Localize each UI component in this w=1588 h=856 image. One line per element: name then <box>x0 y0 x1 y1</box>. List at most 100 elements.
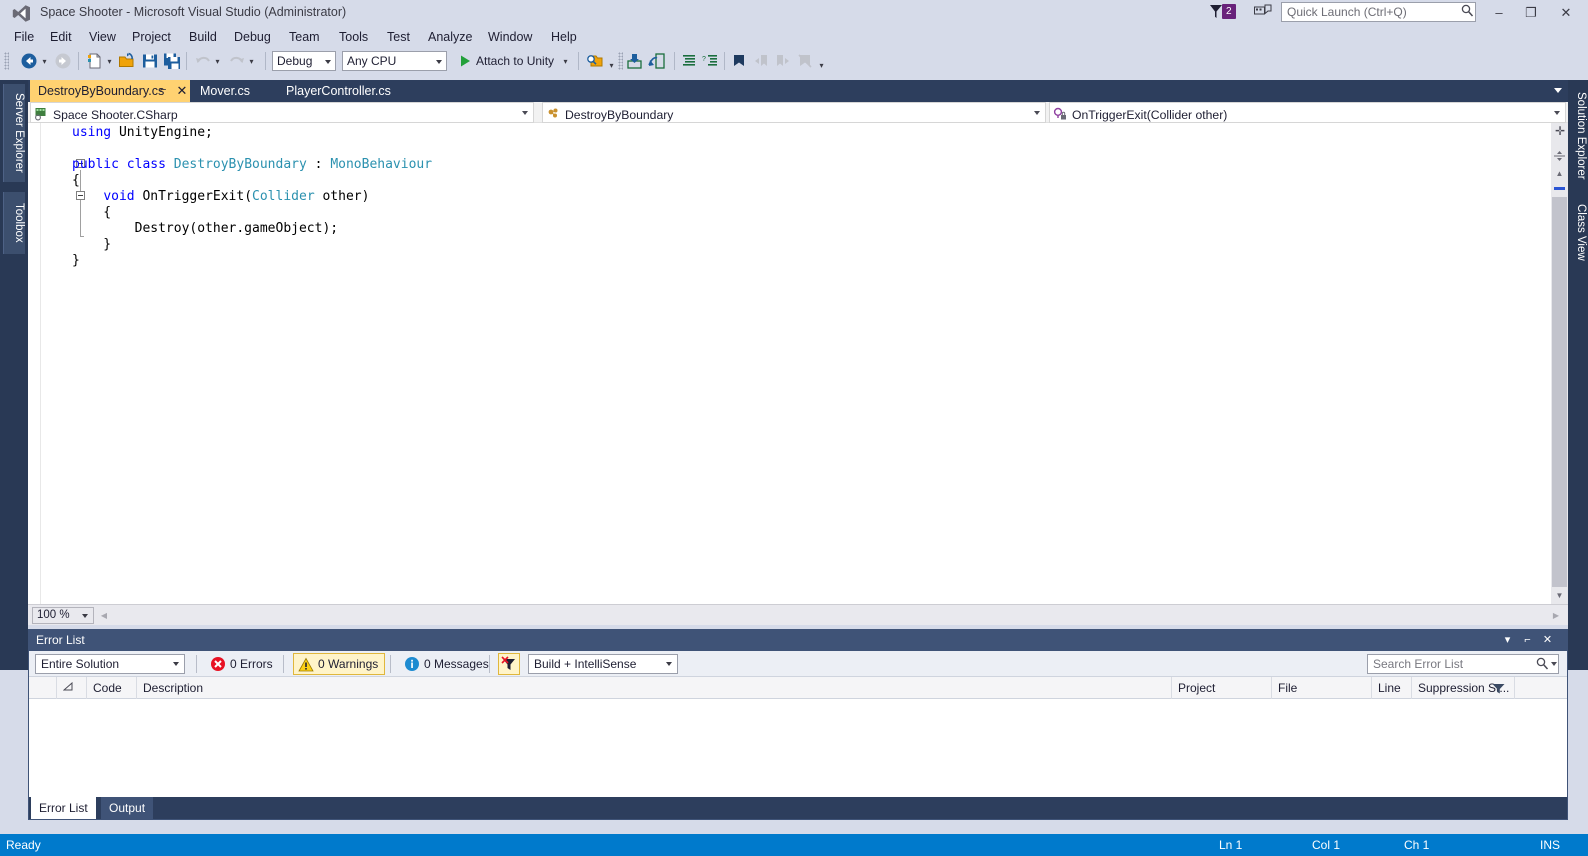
warnings-filter-button[interactable]: 0 Warnings <box>293 653 386 675</box>
menu-project[interactable]: Project <box>126 26 177 48</box>
menu-window[interactable]: Window <box>482 26 538 48</box>
navbar-project-combo[interactable]: Space Shooter.CSharp <box>30 102 534 123</box>
quick-launch-input[interactable]: Quick Launch (Ctrl+Q) <box>1281 2 1476 22</box>
code-editor[interactable]: using UnityEngine; public class DestroyB… <box>28 123 1568 604</box>
new-project-dropdown[interactable]: ▾ <box>106 58 113 66</box>
tab-mover[interactable]: Mover.cs <box>192 80 270 102</box>
errors-filter-button[interactable]: 0 Errors <box>206 653 279 675</box>
editor-vertical-scrollbar[interactable]: ✛ ▲ ▼ <box>1551 123 1568 604</box>
toolbar-grip-2[interactable] <box>618 52 623 70</box>
tab-label: Mover.cs <box>200 84 251 98</box>
sidebar-item-toolbox[interactable]: Toolbox <box>3 192 25 254</box>
editor-status-strip: 100 % ◀ ▶ <box>28 604 1568 625</box>
notification-count-badge[interactable]: 2 <box>1222 4 1236 19</box>
scroll-down-button[interactable]: ▼ <box>1551 587 1568 604</box>
sidebar-item-solution-explorer[interactable]: Solution Explorer <box>1569 84 1587 188</box>
prev-bookmark-icon <box>755 55 767 66</box>
scroll-left-button[interactable]: ◀ <box>96 607 112 624</box>
send-feedback-icon[interactable] <box>1254 4 1272 20</box>
menu-help[interactable]: Help <box>545 26 583 48</box>
comment-selection-icon[interactable] <box>680 52 698 70</box>
tab-playercontroller[interactable]: PlayerController.cs <box>278 80 410 102</box>
toolbar-grip[interactable] <box>4 52 9 70</box>
column-header-project[interactable]: Project <box>1172 677 1272 699</box>
bookmark-icon[interactable] <box>730 52 748 70</box>
save-icon[interactable] <box>141 52 159 70</box>
editor-horizontal-scrollbar[interactable]: ◀ ▶ <box>96 607 1564 624</box>
column-header-description[interactable]: Description <box>137 677 1172 699</box>
code-text[interactable]: using UnityEngine; public class DestroyB… <box>72 125 432 269</box>
messages-filter-button[interactable]: 0 Messages <box>400 653 495 675</box>
panel-menu-chevron-down-icon[interactable]: ▾ <box>1500 633 1515 648</box>
column-filter-icon[interactable] <box>1492 683 1505 694</box>
tab-output[interactable]: Output <box>101 797 154 819</box>
column-header-severity[interactable] <box>57 677 87 699</box>
menu-view[interactable]: View <box>83 26 122 48</box>
menu-build[interactable]: Build <box>183 26 223 48</box>
open-file-icon[interactable] <box>118 52 136 70</box>
tab-error-list[interactable]: Error List <box>31 797 96 819</box>
menu-tools[interactable]: Tools <box>333 26 374 48</box>
menu-team[interactable]: Team <box>283 26 326 48</box>
column-header-file[interactable]: File <box>1272 677 1372 699</box>
scroll-right-button[interactable]: ▶ <box>1548 607 1564 624</box>
find-in-files-icon[interactable] <box>586 52 604 70</box>
pin-tab-icon[interactable]: ⌐ <box>160 84 171 98</box>
tab-overflow-chevron-down-icon[interactable] <box>1554 88 1562 93</box>
error-list-rows[interactable] <box>29 699 1567 797</box>
navigate-back-dropdown[interactable]: ▾ <box>41 58 48 66</box>
column-header-extra[interactable] <box>1515 677 1567 699</box>
quick-launch-search-icon <box>1461 4 1474 17</box>
solution-platform-combo[interactable]: Any CPU <box>342 51 447 71</box>
editor-scroll-thumb[interactable] <box>1552 197 1567 587</box>
panel-close-icon[interactable]: ✕ <box>1540 633 1555 648</box>
navbar-type-combo[interactable]: DestroyByBoundary <box>542 102 1046 123</box>
build-intellisense-value: Build + IntelliSense <box>534 657 637 671</box>
error-search-input[interactable]: Search Error List <box>1367 654 1559 674</box>
expand-scrollbar-icon[interactable]: ✛ <box>1554 125 1566 137</box>
menu-test[interactable]: Test <box>381 26 416 48</box>
sidebar-item-class-view[interactable]: Class View <box>1569 196 1587 268</box>
restore-button[interactable]: ❐ <box>1515 0 1547 26</box>
toolbar-overflow-button[interactable]: ▾ <box>818 62 825 70</box>
editor-zoom-combo[interactable]: 100 % <box>32 607 94 624</box>
minimize-button[interactable]: – <box>1483 0 1515 26</box>
attach-to-unity-button[interactable]: Attach to Unity <box>476 51 554 71</box>
uncomment-selection-icon[interactable]: ? <box>702 52 720 70</box>
left-auto-hide-dock: Server Explorer Toolbox <box>0 80 28 670</box>
navigate-back-icon[interactable] <box>20 52 38 70</box>
menu-debug[interactable]: Debug <box>228 26 277 48</box>
solution-configuration-combo[interactable]: Debug <box>272 51 336 71</box>
menu-analyze[interactable]: Analyze <box>422 26 478 48</box>
filter-clear-icon <box>501 656 515 670</box>
error-scope-combo[interactable]: Entire Solution <box>35 654 185 674</box>
build-intellisense-combo[interactable]: Build + IntelliSense <box>528 654 678 674</box>
editor-splitter-handle[interactable] <box>1553 151 1566 161</box>
save-all-icon[interactable] <box>163 52 181 70</box>
search-options-chevron-down-icon[interactable] <box>1551 662 1557 666</box>
column-header-select[interactable] <box>29 677 57 699</box>
step-into-icon[interactable] <box>626 52 644 70</box>
navbar-member-combo[interactable]: OnTriggerExit(Collider other) <box>1049 102 1566 123</box>
panel-pin-icon[interactable]: ⌐ <box>1520 633 1535 648</box>
notifications-flag-icon[interactable] <box>1209 4 1223 19</box>
close-tab-icon[interactable]: ✕ <box>176 83 188 99</box>
column-header-code[interactable]: Code <box>87 677 137 699</box>
indicator-margin[interactable] <box>28 123 41 604</box>
error-list-title-bar: Error List ▾ ⌐ ✕ <box>29 630 1567 651</box>
tab-label: PlayerController.cs <box>286 84 391 98</box>
toolbar-separator-3 <box>265 52 266 70</box>
start-debug-play-icon[interactable] <box>456 52 474 70</box>
column-header-line[interactable]: Line <box>1372 677 1412 699</box>
new-project-icon[interactable] <box>86 52 104 70</box>
sidebar-item-server-explorer[interactable]: Server Explorer <box>3 84 25 182</box>
title-bar: Space Shooter - Microsoft Visual Studio … <box>0 0 1588 45</box>
find-dropdown[interactable]: ▾ <box>608 62 615 70</box>
close-button[interactable]: ✕ <box>1550 0 1582 26</box>
menu-file[interactable]: File <box>8 26 40 48</box>
clear-filters-button[interactable] <box>498 653 520 675</box>
step-over-icon[interactable] <box>648 52 666 70</box>
menu-edit[interactable]: Edit <box>44 26 78 48</box>
scroll-up-button[interactable]: ▲ <box>1551 165 1568 182</box>
attach-target-dropdown[interactable]: ▾ <box>562 58 569 66</box>
